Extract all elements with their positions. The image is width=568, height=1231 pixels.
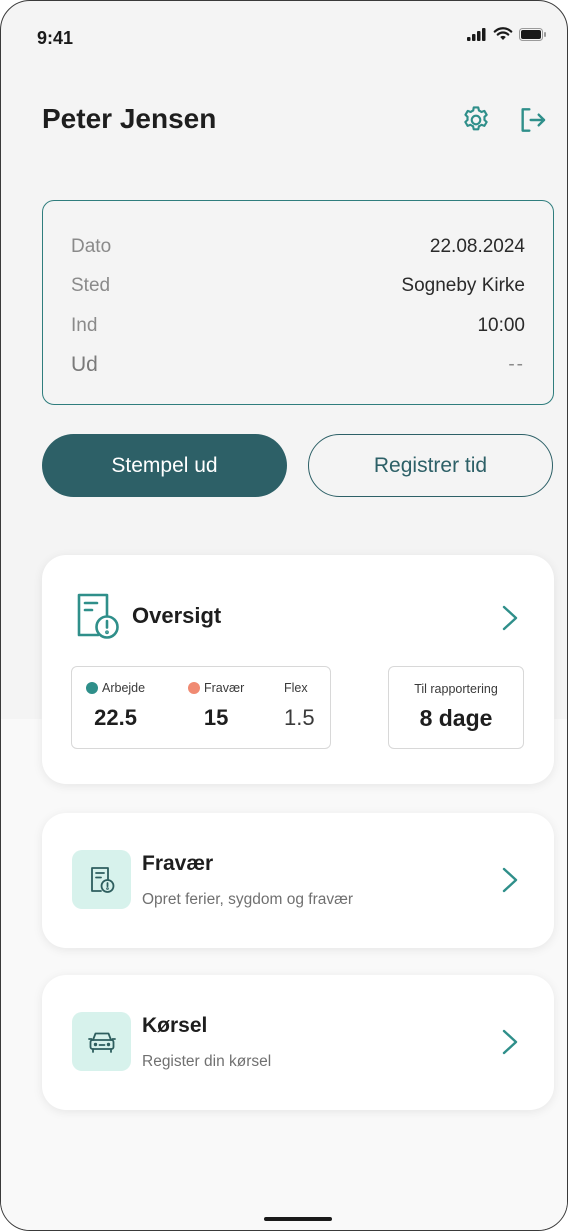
reporting-value: 8 dage xyxy=(419,705,493,731)
info-row-check-in: Ind 10:00 xyxy=(71,306,525,346)
stat-label: Fravær xyxy=(188,681,244,695)
info-label: Ind xyxy=(71,314,98,336)
cellular-signal-icon xyxy=(467,27,487,46)
stat-label: Arbejde xyxy=(86,681,145,695)
absence-card[interactable]: Fravær Opret ferier, sygdom og fravær xyxy=(42,813,554,948)
stat-label-text: Fravær xyxy=(204,681,245,695)
shift-info-card: Dato 22.08.2024 Sted Sogneby Kirke Ind 1… xyxy=(42,200,554,405)
page-title: Peter Jensen xyxy=(42,103,217,134)
info-row-location: Sted Sogneby Kirke xyxy=(71,267,525,307)
overview-header: Oversigt xyxy=(74,591,221,641)
document-alert-icon xyxy=(77,593,119,639)
stat-absence: Fravær 15 xyxy=(188,681,244,731)
feature-title: Kørsel xyxy=(142,1014,208,1037)
hours-summary-box: Arbejde 22.5 Fravær 15 Flex 1.5 xyxy=(71,666,331,749)
logout-icon xyxy=(521,108,546,132)
absence-dot xyxy=(188,682,200,694)
overview-title: Oversigt xyxy=(132,603,222,628)
mileage-card[interactable]: Kørsel Register din kørsel xyxy=(42,975,554,1110)
info-value: -- xyxy=(508,354,525,376)
reporting-box: Til rapportering 8 dage xyxy=(388,666,524,749)
status-time: 9:41 xyxy=(37,28,74,48)
chevron-right-icon[interactable] xyxy=(500,604,520,632)
work-dot xyxy=(86,682,98,694)
car-icon xyxy=(87,1032,116,1053)
info-row-date: Dato 22.08.2024 xyxy=(71,227,525,267)
stat-value: 1.5 xyxy=(284,705,315,730)
feature-subtitle: Register din kørsel xyxy=(142,1053,272,1070)
info-value: 10:00 xyxy=(477,314,525,336)
info-label: Sted xyxy=(71,275,111,297)
status-bar: 9:41 xyxy=(1,1,567,71)
stat-flex: Flex 1.5 xyxy=(284,681,315,731)
home-indicator[interactable] xyxy=(264,1217,332,1221)
feature-icon-box xyxy=(72,1012,131,1071)
document-clock-icon xyxy=(90,866,114,893)
status-icons xyxy=(467,27,547,46)
phone-frame: 9:41 Peter Jensen Dato 22.08.2024 Sted S… xyxy=(0,0,568,1231)
wifi-icon xyxy=(493,27,513,46)
info-label: Ud xyxy=(71,353,98,377)
settings-button[interactable] xyxy=(459,103,493,137)
stat-label: Flex xyxy=(284,681,315,695)
clock-out-button[interactable]: Stempel ud xyxy=(42,434,287,497)
header-actions xyxy=(459,103,549,137)
stat-label-text: Arbejde xyxy=(102,681,146,695)
stat-value: 22.5 xyxy=(94,705,137,730)
feature-subtitle: Opret ferier, sygdom og fravær xyxy=(142,891,354,908)
stat-work: Arbejde 22.5 xyxy=(86,681,145,731)
info-value: Sogneby Kirke xyxy=(401,275,525,297)
overview-card[interactable]: Oversigt Arbejde 22.5 Fravær 15 Flex 1.5… xyxy=(42,555,554,784)
info-label: Dato xyxy=(71,235,112,257)
stat-value: 15 xyxy=(203,705,229,730)
info-value: 22.08.2024 xyxy=(429,235,525,257)
battery-icon xyxy=(519,27,547,46)
logout-button[interactable] xyxy=(515,103,549,137)
register-time-button[interactable]: Registrer tid xyxy=(308,434,553,497)
reporting-label: Til rapportering xyxy=(414,682,498,696)
feature-title: Fravær xyxy=(142,852,214,875)
info-row-check-out: Ud -- xyxy=(71,346,525,386)
gear-icon xyxy=(464,106,488,131)
feature-icon-box xyxy=(72,850,131,909)
stat-label-text: Flex xyxy=(284,681,308,695)
chevron-right-icon[interactable] xyxy=(500,1028,520,1056)
chevron-right-icon[interactable] xyxy=(500,866,520,894)
